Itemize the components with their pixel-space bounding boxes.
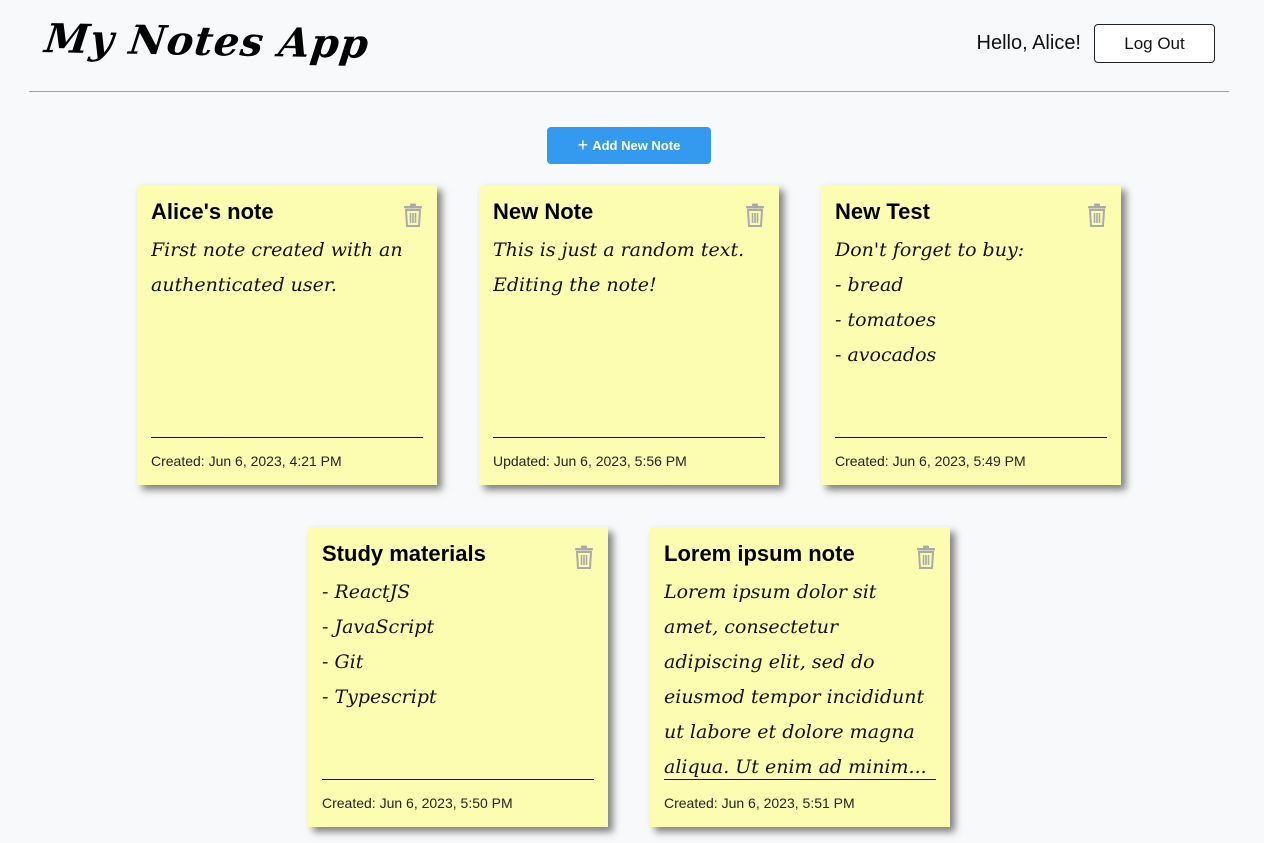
note-content: First note created with an authenticated… (151, 233, 423, 433)
note-content-line: - bread (835, 274, 904, 296)
note-content: Don't forget to buy: - bread - tomatoes … (835, 233, 1107, 433)
note-title: Lorem ipsum note (664, 541, 855, 566)
note-content-line: - JavaScript (322, 616, 435, 638)
note-content-line: First note created with an (151, 239, 403, 261)
note-divider (322, 779, 594, 780)
note-divider (835, 437, 1107, 438)
note-content: This is just a random text. Editing the … (493, 233, 765, 433)
note-title: New Test (835, 199, 930, 224)
trash-icon[interactable] (745, 203, 765, 227)
note-title: Study materials (322, 541, 486, 566)
note-title: Alice's note (151, 199, 274, 224)
note-content-line: This is just a random text. (493, 239, 745, 261)
note-content-line: Editing the note! (493, 274, 657, 296)
logout-button[interactable]: Log Out (1094, 24, 1215, 63)
note-card[interactable]: Alice's note First note created with an … (137, 185, 437, 485)
app-header: My Notes App Hello, Alice! Log Out (29, 0, 1229, 92)
user-greeting: Hello, Alice! (976, 32, 1082, 54)
add-note-button[interactable]: + Add New Note (547, 127, 711, 164)
trash-icon[interactable] (574, 545, 594, 569)
add-note-label: Add New Note (592, 138, 681, 153)
note-timestamp: Created: Jun 6, 2023, 5:49 PM (835, 453, 1026, 469)
note-content-line: Lorem ipsum dolor sit (664, 581, 877, 603)
note-content-line: authenticated user. (151, 274, 337, 296)
trash-icon[interactable] (1087, 203, 1107, 227)
note-divider (493, 437, 765, 438)
note-timestamp: Created: Jun 6, 2023, 5:51 PM (664, 795, 855, 811)
note-content: - ReactJS - JavaScript - Git - Typescrip… (322, 575, 594, 775)
note-content-line: amet, consectetur (664, 616, 839, 638)
note-content-line: - Typescript (322, 686, 437, 708)
note-card[interactable]: Study materials - ReactJS - JavaScript -… (308, 527, 608, 827)
trash-icon[interactable] (916, 545, 936, 569)
note-timestamp: Created: Jun 6, 2023, 4:21 PM (151, 453, 342, 469)
note-timestamp: Updated: Jun 6, 2023, 5:56 PM (493, 453, 687, 469)
note-timestamp: Created: Jun 6, 2023, 5:50 PM (322, 795, 513, 811)
note-content-line: adipiscing elit, sed do (664, 651, 875, 673)
note-divider (664, 779, 936, 780)
note-card[interactable]: New Test Don't forget to buy: - bread - … (821, 185, 1121, 485)
note-content-line: Don't forget to buy: (835, 239, 1025, 261)
note-card[interactable]: Lorem ipsum note Lorem ipsum dolor sit a… (650, 527, 950, 827)
trash-icon[interactable] (403, 203, 423, 227)
note-title: New Note (493, 199, 594, 224)
app-logo: My Notes App (42, 15, 372, 68)
note-content-line: eiusmod tempor incididunt (664, 686, 925, 708)
note-content-line: ut labore et dolore magna (664, 721, 915, 743)
note-content-line: - avocados (835, 344, 937, 366)
note-content-line: - ReactJS (322, 581, 411, 603)
note-content-line: - Git (322, 651, 364, 673)
note-divider (151, 437, 423, 438)
note-content-line: - tomatoes (835, 309, 936, 331)
note-content: Lorem ipsum dolor sit amet, consectetur … (664, 575, 936, 787)
note-card[interactable]: New Note This is just a random text. Edi… (479, 185, 779, 485)
plus-icon: + (577, 134, 589, 155)
